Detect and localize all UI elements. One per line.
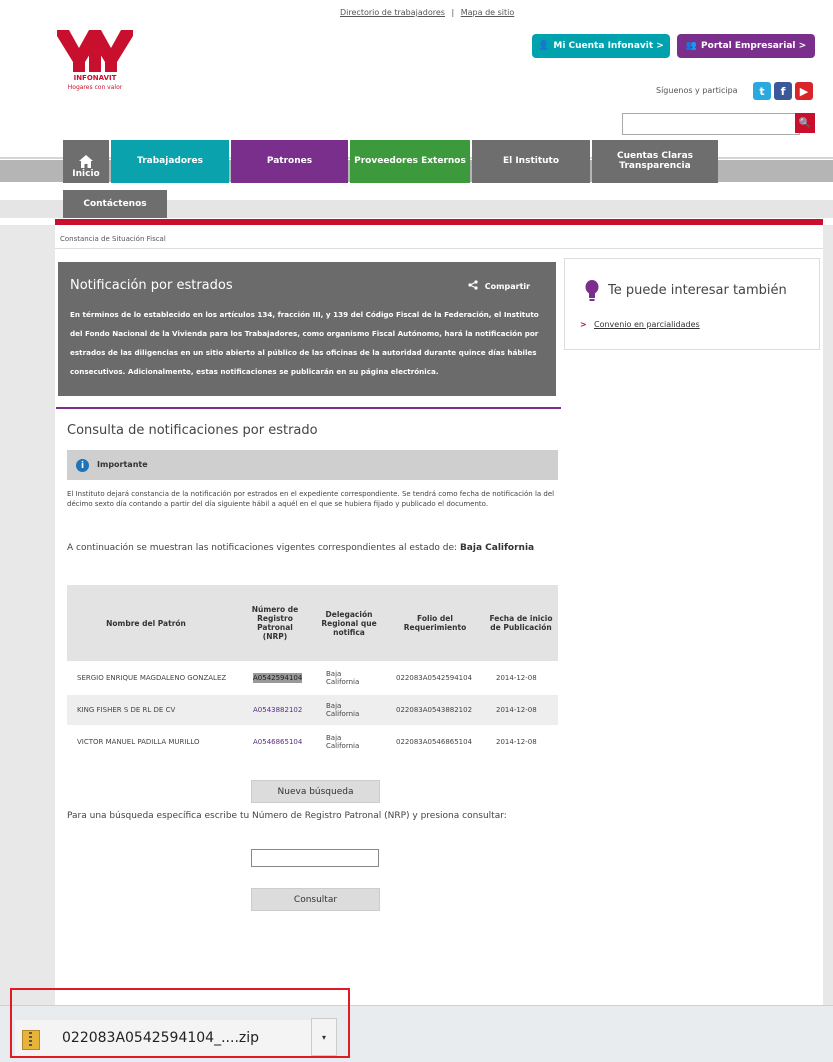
logo-name: INFONAVIT <box>73 74 117 82</box>
cell-delegacion: Baja California <box>326 669 360 687</box>
notification-body: En términos de lo establecido en los art… <box>70 310 539 376</box>
share-button[interactable]: Compartir <box>468 280 530 291</box>
portal-empresarial-button[interactable]: 👥 Portal Empresarial > <box>677 34 815 58</box>
notification-title: Notificación por estrados <box>70 278 233 293</box>
convenio-link[interactable]: Convenio en parcialidades <box>594 320 700 329</box>
facebook-icon[interactable]: f <box>774 82 792 100</box>
share-label: Compartir <box>484 282 531 291</box>
nrp-link[interactable]: A0543882102 <box>253 706 302 715</box>
chevron-right-icon: > <box>580 320 587 329</box>
busqueda-instructions: Para una búsqueda específica escribe tu … <box>67 811 507 821</box>
search-icon[interactable]: 🔍 <box>795 113 815 133</box>
cell-delegacion: Baja California <box>326 701 360 719</box>
mi-cuenta-button[interactable]: 👤 Mi Cuenta Infonavit > <box>532 34 670 58</box>
nueva-busqueda-button[interactable]: Nueva búsqueda <box>251 780 380 803</box>
social-label: Síguenos y participa <box>656 86 738 95</box>
logo-tagline: Hogares con valor <box>67 84 123 91</box>
cell-delegacion: Baja California <box>326 733 360 751</box>
twitter-icon[interactable]: t <box>753 82 771 100</box>
nrp-link[interactable]: A0546865104 <box>253 738 302 747</box>
youtube-icon[interactable]: ▶ <box>795 82 813 100</box>
nav-contactenos[interactable]: Contáctenos <box>63 190 167 218</box>
intro-estado: Baja California <box>459 543 535 553</box>
cell-nombre: VICTOR MANUEL PADILLA MURILLO <box>77 737 200 746</box>
cell-fecha: 2014-12-08 <box>496 737 537 746</box>
important-text: El Instituto dejará constancia de la not… <box>67 490 555 508</box>
lightbulb-icon <box>585 280 599 301</box>
header-nrp: Número de Registro Patronal (NRP) <box>251 605 299 641</box>
breadcrumb[interactable]: Constancia de Situación Fiscal <box>60 235 166 243</box>
breadcrumb-divider <box>55 248 823 249</box>
header-fecha: Fecha de inicio de Publicación <box>489 614 553 632</box>
nav-patrones[interactable]: Patrones <box>231 140 348 183</box>
directorio-link[interactable]: Directorio de trabajadores <box>340 8 445 17</box>
cell-nrp: A0546865104 <box>253 727 315 757</box>
cell-nombre: KING FISHER S DE RL DE CV <box>77 705 176 714</box>
nrp-link[interactable]: A0542594104 <box>253 672 303 684</box>
cell-fecha: 2014-12-08 <box>496 705 537 714</box>
header-delegacion: Delegación Regional que notifica <box>321 609 377 637</box>
cell-nrp: A0542594104 <box>253 663 315 693</box>
nav-red-line <box>55 219 823 225</box>
nav-instituto[interactable]: El Instituto <box>472 140 590 183</box>
important-label: Importante <box>97 460 148 469</box>
cell-fecha: 2014-12-08 <box>496 673 537 682</box>
nav-inicio[interactable]: Inicio <box>63 140 109 183</box>
related-title: Te puede interesar también <box>608 283 787 298</box>
highlight-box <box>10 988 350 1058</box>
nav-cuentas-claras[interactable]: Cuentas Claras Transparencia <box>592 140 718 183</box>
nav-inicio-label: Inicio <box>72 168 100 179</box>
top-links: Directorio de trabajadores | Mapa de sit… <box>340 8 514 17</box>
home-icon <box>79 154 93 168</box>
section-divider <box>56 407 561 409</box>
mapa-sitio-link[interactable]: Mapa de sitio <box>461 8 515 17</box>
users-icon: 👥 <box>685 41 698 51</box>
related-panel <box>564 258 820 350</box>
top-links-separator: | <box>451 8 455 17</box>
cell-nrp: A0543882102 <box>253 695 315 725</box>
consultar-button[interactable]: Consultar <box>251 888 380 911</box>
cell-folio: 022083A0542594104 <box>396 673 473 682</box>
portal-label: Portal Empresarial > <box>701 41 807 51</box>
info-icon: i <box>76 459 89 472</box>
consulta-title: Consulta de notificaciones por estrado <box>67 423 318 438</box>
nav-proveedores[interactable]: Proveedores Externos <box>350 140 470 183</box>
mi-cuenta-label: Mi Cuenta Infonavit > <box>553 41 664 51</box>
cell-nombre: SERGIO ENRIQUE MAGDALENO GONZALEZ <box>77 673 227 682</box>
header-folio: Folio del Requerimiento <box>403 614 467 632</box>
cell-folio: 022083A0543882102 <box>396 705 473 714</box>
intro-text: A continuación se muestran las notificac… <box>67 543 555 554</box>
nrp-input[interactable] <box>251 849 379 867</box>
user-icon: 👤 <box>538 41 550 51</box>
cell-folio: 022083A0546865104 <box>396 737 473 746</box>
search-input[interactable] <box>622 113 800 135</box>
share-icon <box>468 280 478 290</box>
header-nombre: Nombre del Patrón <box>106 618 186 628</box>
nav-trabajadores[interactable]: Trabajadores <box>111 140 229 183</box>
intro-label: A continuación se muestran las notificac… <box>67 543 458 553</box>
